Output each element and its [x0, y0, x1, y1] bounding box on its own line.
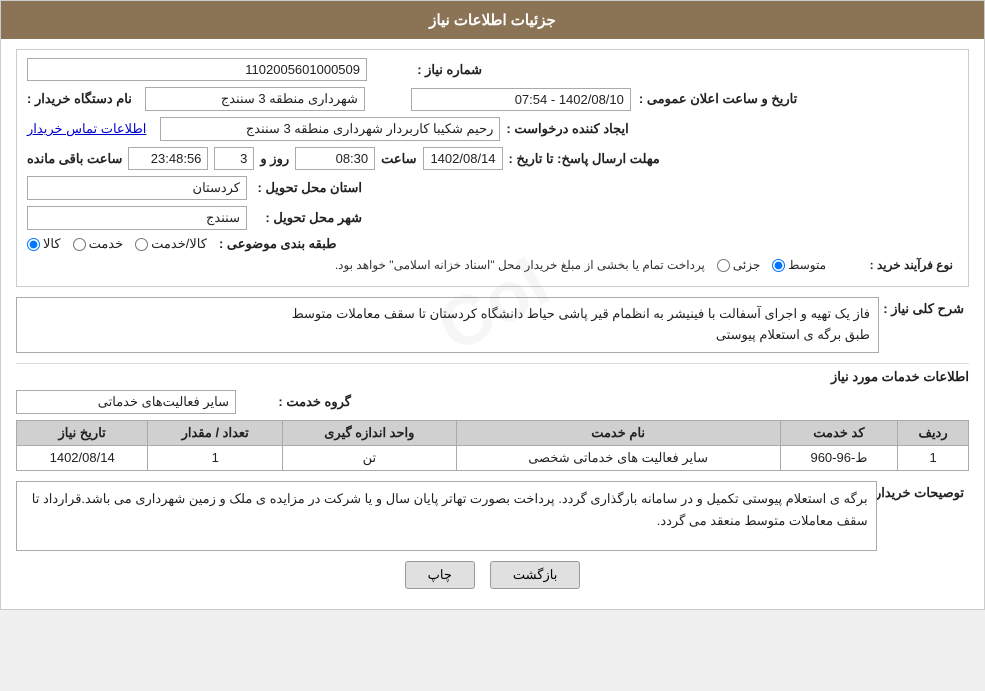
tabaqe-khadmat[interactable]: خدمت	[73, 236, 124, 252]
mohlat-row: مهلت ارسال پاسخ: تا تاریخ : 1402/08/14 س…	[27, 147, 958, 170]
shahr-row: شهر محل تحویل : سنندج	[27, 206, 958, 230]
sharh-row: شرح کلی نیاز : فاز یک تهیه و اجرای آسفال…	[16, 297, 969, 357]
cell-tarikh: 1402/08/14	[17, 445, 148, 470]
tarikh-elaan-label: تاریخ و ساعت اعلان عمومی :	[639, 91, 802, 107]
tabaqe-kala-radio[interactable]	[27, 238, 40, 251]
shomare-niaz-row: شماره نیاز : 1102005601000509	[27, 58, 958, 81]
group-label: گروه خدمت :	[236, 394, 356, 410]
tousihaat-row: توصیحات خریدار : برگه ی استعلام پیوستی ت…	[16, 481, 969, 551]
shomare-niaz-value: 1102005601000509	[27, 58, 367, 81]
tabaqe-kala[interactable]: کالا	[27, 236, 61, 252]
content-area: شماره نیاز : 1102005601000509 تاریخ و سا…	[1, 39, 984, 609]
cell-vahed: تن	[283, 445, 456, 470]
farande-jozi[interactable]: جزئی	[717, 258, 760, 272]
col-tedad: تعداد / مقدار	[148, 420, 283, 445]
print-button[interactable]: چاپ	[405, 561, 475, 589]
button-row: بازگشت چاپ	[16, 561, 969, 589]
mohlat-date-value: 1402/08/14	[423, 147, 503, 170]
mohlat-saat-value: 08:30	[295, 147, 375, 170]
nam-dastgah-value: شهرداری منطقه 3 سنندج	[145, 87, 365, 111]
farande-row: نوع فرآیند خرید : متوسط جزئی پرداخت تمام…	[27, 258, 958, 272]
farande-motavasset-label: متوسط	[788, 258, 826, 272]
col-radif: ردیف	[898, 420, 969, 445]
ostan-label: استان محل تحویل :	[247, 180, 367, 196]
ijad-konande-value: رحیم شکیبا کاربردار شهرداری منطقه 3 سنند…	[160, 117, 500, 141]
ijad-konande-label: ایجاد کننده درخواست :	[506, 121, 633, 137]
shahr-label: شهر محل تحویل :	[247, 210, 367, 226]
cell-radif: 1	[898, 445, 969, 470]
tabaqe-khadmat-radio[interactable]	[73, 238, 86, 251]
ettelaat-tamas-link[interactable]: اطلاعات تماس خریدار	[27, 121, 146, 137]
page-container: Col جزئیات اطلاعات نیاز شماره نیاز : 110…	[0, 0, 985, 610]
tarikh-elaan-row: تاریخ و ساعت اعلان عمومی : 1402/08/10 - …	[27, 87, 958, 111]
tousihaat-value: برگه ی استعلام پیوستی تکمیل و در سامانه …	[16, 481, 877, 551]
main-form-section: شماره نیاز : 1102005601000509 تاریخ و سا…	[16, 49, 969, 287]
khadamat-table: ردیف کد خدمت نام خدمت واحد اندازه گیری ت…	[16, 420, 969, 471]
saat-label: ساعت	[381, 151, 416, 167]
ijad-konande-row: ایجاد کننده درخواست : رحیم شکیبا کاربردا…	[27, 117, 958, 141]
cell-kod: ط-96-960	[780, 445, 897, 470]
khadamat-title: اطلاعات خدمات مورد نیاز	[16, 363, 969, 385]
khadamat-table-section: ردیف کد خدمت نام خدمت واحد اندازه گیری ت…	[16, 420, 969, 471]
shomare-niaz-label: شماره نیاز :	[367, 62, 487, 78]
tabaqe-kala-khadmat-label: کالا/خدمت	[151, 236, 207, 252]
sharh-text: فاز یک تهیه و اجرای آسفالت با فینیشر به …	[292, 306, 870, 342]
tabaqe-row: طبقه بندی موضوعی : کالا/خدمت خدمت کالا	[27, 236, 958, 252]
tarikh-elaan-value: 1402/08/10 - 07:54	[411, 88, 631, 111]
farande-label: نوع فرآیند خرید :	[838, 258, 958, 272]
mohlat-label: مهلت ارسال پاسخ: تا تاریخ :	[509, 151, 665, 167]
roz-label: روز و	[260, 151, 289, 167]
farande-motavasset[interactable]: متوسط	[772, 258, 826, 272]
col-vahed: واحد اندازه گیری	[283, 420, 456, 445]
tabaqe-kala-khadmat-radio[interactable]	[135, 238, 148, 251]
tousihaat-text: برگه ی استعلام پیوستی تکمیل و در سامانه …	[32, 491, 868, 528]
tousihaat-label: توصیحات خریدار :	[877, 481, 969, 501]
nam-dastgah-label: نام دستگاه خریدار :	[27, 91, 137, 107]
shahr-value: سنندج	[27, 206, 247, 230]
ostan-row: استان محل تحویل : کردستان	[27, 176, 958, 200]
mohlat-remaining-value: 23:48:56	[128, 147, 208, 170]
tabaqe-kala-label: کالا	[43, 236, 61, 252]
sharh-value: فاز یک تهیه و اجرای آسفالت با فینیشر به …	[16, 297, 879, 353]
farande-jozi-label: جزئی	[733, 258, 760, 272]
ostan-value: کردستان	[27, 176, 247, 200]
group-value: سایر فعالیت‌های خدماتی	[16, 390, 236, 414]
group-row: گروه خدمت : سایر فعالیت‌های خدماتی	[16, 390, 969, 414]
tabaqe-label: طبقه بندی موضوعی :	[219, 236, 342, 252]
table-row: 1 ط-96-960 سایر فعالیت های خدماتی شخصی ت…	[17, 445, 969, 470]
page-title: جزئیات اطلاعات نیاز	[1, 1, 984, 39]
tabaqe-khadmat-label: خدمت	[89, 236, 124, 252]
back-button[interactable]: بازگشت	[490, 561, 580, 589]
farande-motavasset-radio[interactable]	[772, 259, 785, 272]
col-name: نام خدمت	[456, 420, 780, 445]
mohlat-roz-value: 3	[214, 147, 254, 170]
sharh-label: شرح کلی نیاز :	[879, 297, 969, 317]
col-tarikh: تاریخ نیاز	[17, 420, 148, 445]
col-kod: کد خدمت	[780, 420, 897, 445]
cell-tedad: 1	[148, 445, 283, 470]
remaining-label: ساعت باقی مانده	[27, 151, 122, 167]
farande-note: پرداخت تمام یا بخشی از مبلغ خریدار محل "…	[27, 258, 705, 272]
tabaqe-kala-khadmat[interactable]: کالا/خدمت	[135, 236, 207, 252]
cell-name: سایر فعالیت های خدماتی شخصی	[456, 445, 780, 470]
farande-jozi-radio[interactable]	[717, 259, 730, 272]
